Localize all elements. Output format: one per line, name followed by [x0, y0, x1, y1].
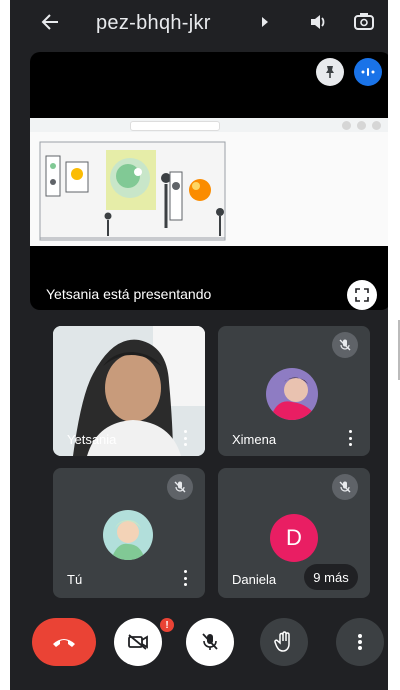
participant-name: Yetsania	[67, 432, 117, 447]
presenting-caption: Yetsania está presentando	[46, 286, 212, 302]
participant-tile-self[interactable]: Tú	[53, 468, 205, 598]
more-vert-icon[interactable]	[183, 570, 187, 586]
speaker-icon[interactable]	[306, 10, 330, 34]
meet-screen: pez-bhqh-jkr Yetsania está presentando Y…	[10, 0, 388, 690]
participant-name: Tú	[67, 572, 83, 587]
avatar: D	[270, 514, 318, 562]
meeting-details-caret-icon[interactable]	[262, 17, 268, 27]
participant-name: Daniela	[232, 572, 277, 587]
more-participants-chip[interactable]: 9 más	[304, 564, 358, 590]
mic-off-icon	[332, 332, 358, 358]
slide-search-box	[130, 121, 220, 131]
more-vert-icon[interactable]	[348, 430, 352, 446]
participant-tile-yetsania[interactable]: Yetsania	[53, 326, 205, 456]
camera-toggle-button[interactable]	[114, 618, 162, 666]
back-arrow-icon[interactable]	[38, 10, 62, 34]
meeting-code[interactable]: pez-bhqh-jkr	[96, 12, 211, 35]
switch-camera-icon[interactable]	[352, 10, 376, 34]
participant-name: Ximena	[232, 432, 277, 447]
more-options-button[interactable]	[336, 618, 384, 666]
end-call-button[interactable]	[32, 618, 96, 666]
avatar	[103, 510, 153, 560]
shared-screen	[30, 118, 388, 246]
slide-toolbar	[30, 118, 388, 132]
slide-window-controls	[342, 121, 381, 130]
camera-alert-badge: !	[160, 618, 174, 632]
top-bar: pez-bhqh-jkr	[10, 0, 388, 48]
presentation-tile[interactable]: Yetsania está presentando	[30, 52, 388, 310]
mic-off-icon	[332, 474, 358, 500]
audio-level-icon	[354, 58, 382, 86]
raise-hand-button[interactable]	[260, 618, 308, 666]
participant-tile-daniela[interactable]: D Daniela 9 más	[218, 468, 370, 598]
participant-tile-ximena[interactable]: Ximena	[218, 326, 370, 456]
avatar	[266, 368, 318, 420]
slide-illustration	[39, 141, 226, 241]
mic-off-icon	[167, 474, 193, 500]
mic-toggle-button[interactable]	[186, 618, 234, 666]
pin-icon[interactable]	[316, 58, 344, 86]
more-vert-icon[interactable]	[183, 430, 187, 446]
fullscreen-icon[interactable]	[347, 280, 377, 310]
